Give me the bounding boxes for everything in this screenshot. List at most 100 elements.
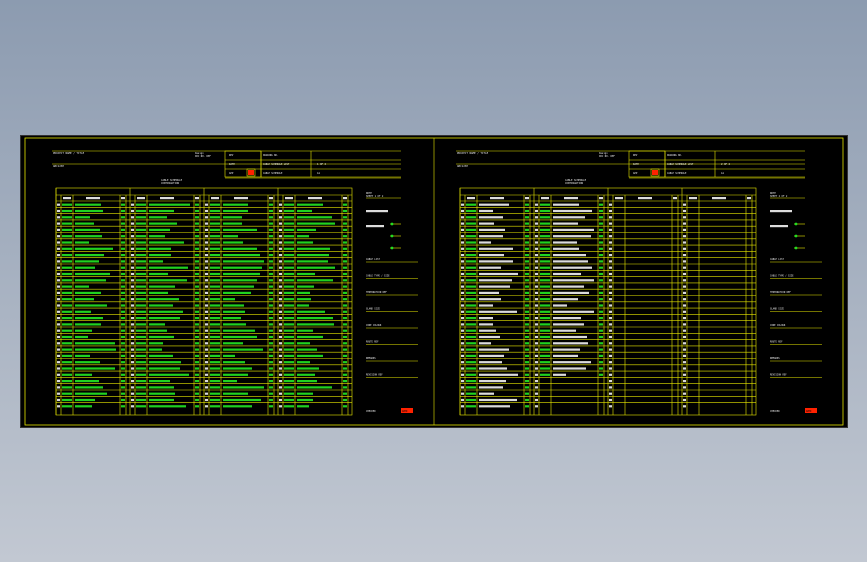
cable-tag — [284, 203, 294, 206]
row-number — [609, 247, 612, 250]
cable-tag — [540, 209, 550, 213]
row-number — [279, 342, 282, 345]
cable-tag — [62, 329, 72, 332]
cable-description — [297, 247, 330, 250]
cable-qty — [343, 222, 347, 225]
cable-description — [553, 285, 584, 288]
cable-tag — [466, 266, 476, 269]
cable-tag — [136, 222, 146, 225]
cable-tag — [136, 354, 146, 357]
cable-qty — [121, 298, 125, 301]
cable-tag — [62, 361, 72, 364]
row-number — [131, 348, 134, 351]
cable-description — [553, 361, 591, 364]
row-number — [535, 361, 538, 364]
cable-qty — [269, 222, 273, 225]
row-number — [205, 342, 208, 345]
cable-description — [75, 285, 89, 288]
row-number — [535, 317, 538, 320]
cable-description — [553, 266, 592, 269]
cable-qty — [269, 266, 273, 269]
cable-description — [297, 222, 335, 225]
cable-qty — [343, 398, 347, 402]
cable-description — [553, 323, 584, 326]
cable-description — [75, 209, 103, 213]
cad-drawing-canvas[interactable]: PROJECT NAME / TITLE ABC123H Design DOC NO.… — [20, 135, 848, 428]
cable-tag — [210, 254, 220, 257]
cable-qty — [343, 392, 347, 395]
cable-tag — [284, 222, 294, 225]
cable-tag — [210, 291, 220, 294]
row-number — [57, 335, 60, 339]
cable-description — [297, 367, 319, 370]
row-number — [461, 285, 464, 288]
cable-tag — [136, 398, 146, 402]
cable-qty — [269, 342, 273, 345]
cable-qty — [121, 304, 125, 307]
cable-tag — [136, 323, 146, 326]
row-number — [279, 361, 282, 364]
cable-qty — [599, 304, 603, 307]
cable-tag — [136, 228, 146, 231]
cable-description — [75, 247, 113, 250]
cable-tag — [284, 386, 294, 389]
row-number — [205, 335, 208, 339]
cable-qty — [121, 323, 125, 326]
row-number — [609, 317, 612, 320]
cable-qty — [121, 392, 125, 395]
cable-description — [149, 285, 175, 288]
cable-description — [553, 317, 581, 320]
column-header-text — [285, 197, 293, 200]
cable-qty — [599, 216, 603, 219]
cable-description — [149, 260, 163, 263]
cable-description — [479, 260, 513, 263]
note-item: TERMINATION REF — [770, 291, 791, 294]
note-item: GLAND SIZE — [366, 308, 380, 311]
table-title: CONTINUATION — [161, 181, 180, 185]
cable-tag — [62, 392, 72, 395]
cable-description — [149, 323, 165, 326]
row-number — [683, 329, 686, 332]
row-number — [131, 361, 134, 364]
row-number — [205, 272, 208, 276]
cable-qty — [525, 310, 529, 313]
cable-qty — [269, 260, 273, 263]
cable-tag — [62, 380, 72, 383]
column-header-text — [638, 197, 652, 200]
row-number — [683, 392, 686, 395]
row-number — [57, 298, 60, 301]
cable-description — [479, 216, 503, 219]
cable-tag — [210, 228, 220, 231]
cable-tag — [210, 285, 220, 288]
cable-description — [75, 310, 91, 313]
row-number — [683, 354, 686, 357]
row-number — [57, 235, 60, 238]
cable-description — [149, 380, 170, 383]
cable-tag — [540, 329, 550, 332]
cable-tag — [284, 260, 294, 263]
row-number — [205, 380, 208, 383]
row-number — [535, 298, 538, 301]
cable-qty — [343, 323, 347, 326]
cable-description — [297, 335, 323, 339]
cable-qty — [195, 235, 199, 238]
cable-tag — [540, 235, 550, 238]
cable-description — [297, 329, 313, 332]
row-number — [57, 216, 60, 219]
row-number — [609, 254, 612, 257]
cable-tag — [284, 247, 294, 250]
cable-tag — [210, 361, 220, 364]
cable-description — [553, 335, 587, 339]
cable-description — [149, 361, 181, 364]
legend-marker — [390, 246, 394, 250]
cable-description — [297, 298, 311, 301]
cable-description — [297, 254, 329, 257]
cable-description — [297, 209, 312, 213]
cable-description — [223, 405, 252, 408]
row-number — [461, 291, 464, 294]
row-number — [461, 361, 464, 364]
row-number — [609, 222, 612, 225]
cable-qty — [269, 279, 273, 282]
cable-qty — [599, 235, 603, 238]
cable-description — [75, 335, 88, 339]
